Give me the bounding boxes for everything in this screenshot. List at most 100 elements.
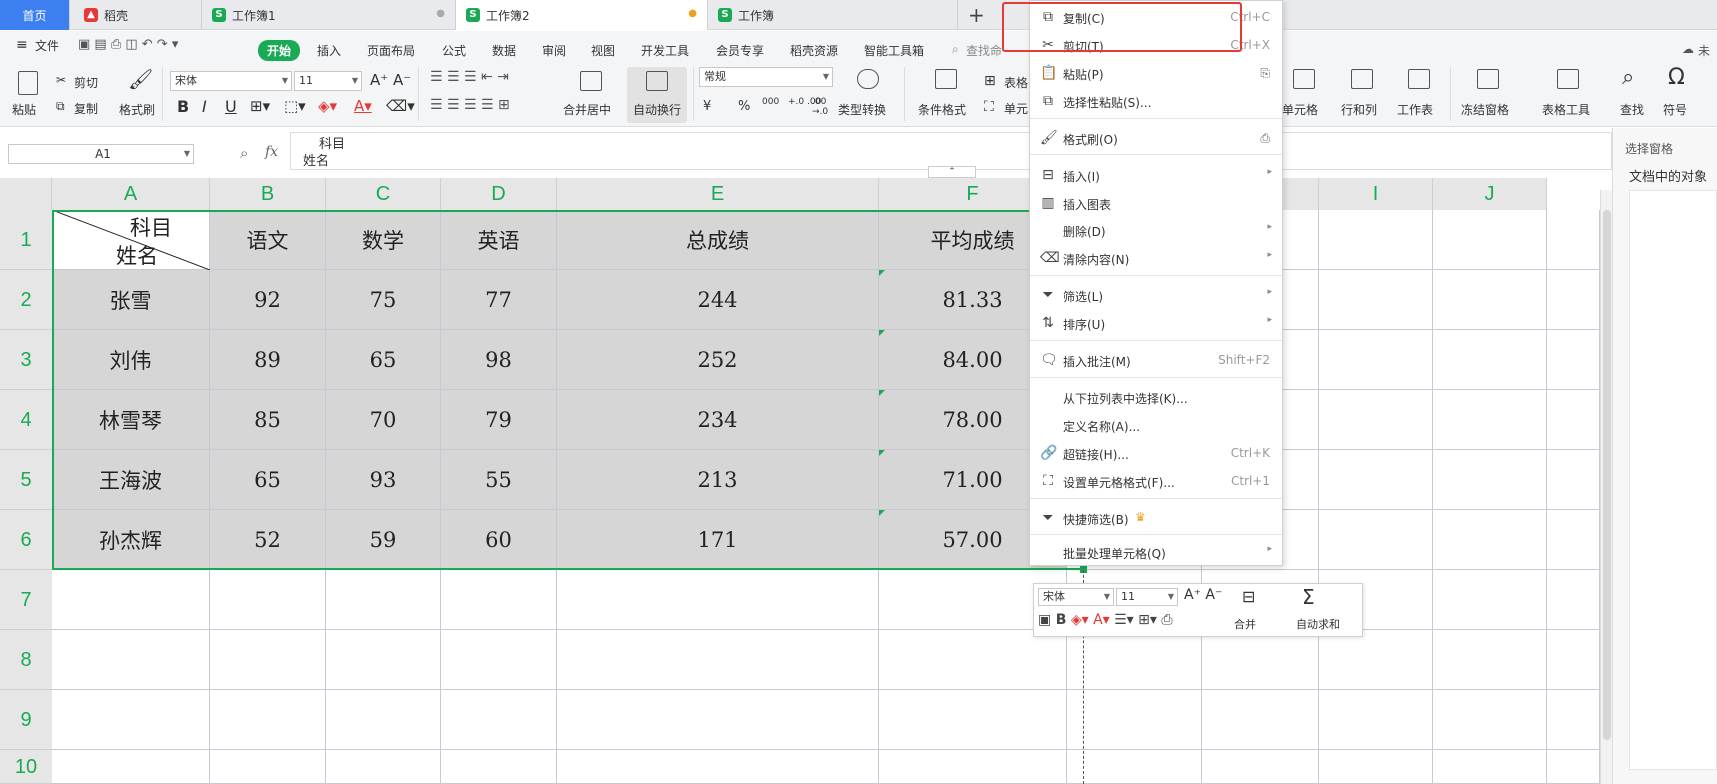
column-header-e[interactable]: E <box>557 178 879 210</box>
data-cell[interactable]: 244 <box>557 270 879 330</box>
cell[interactable] <box>1319 750 1433 784</box>
collapse-formula-button[interactable]: ⌃ <box>928 166 976 178</box>
cell[interactable] <box>441 570 557 630</box>
paste-button[interactable]: 粘贴 <box>12 101 36 118</box>
data-cell[interactable]: 77 <box>441 270 557 330</box>
column-header-c[interactable]: C <box>326 178 441 210</box>
brush-icon[interactable]: 🖌 <box>128 67 153 91</box>
menu-layout[interactable]: 页面布局 <box>367 42 415 59</box>
header-cell[interactable]: 语文 <box>210 210 326 270</box>
table-style-button[interactable]: 表格 <box>1004 74 1028 91</box>
data-cell[interactable]: 98 <box>441 330 557 390</box>
cell[interactable] <box>1547 330 1600 390</box>
cell[interactable] <box>1433 450 1547 510</box>
ctx-insert[interactable]: ⊟ 插入(I) ▸ <box>1030 162 1282 188</box>
cell[interactable] <box>1433 390 1547 450</box>
cell[interactable] <box>1319 390 1433 450</box>
tab-home[interactable]: 首页 <box>0 0 70 30</box>
tab-workbook[interactable]: S 工作簿 <box>708 0 958 30</box>
column-header-d[interactable]: D <box>441 178 557 210</box>
cell-button[interactable]: 单元格 <box>1282 101 1318 118</box>
row-header-9[interactable]: 9 <box>0 690 52 750</box>
ctx-insert-comment[interactable]: 🗨 插入批注(M) Shift+F2 <box>1030 347 1282 373</box>
cell[interactable] <box>879 750 1067 784</box>
cell[interactable] <box>1433 750 1547 784</box>
cell[interactable] <box>1319 450 1433 510</box>
mini-tools-icons[interactable]: ▣ B ◈▾ A▾ ☰▾ ⊞▾ ⎙ <box>1038 612 1173 628</box>
data-cell[interactable]: 75 <box>326 270 441 330</box>
menu-review[interactable]: 审阅 <box>542 42 566 59</box>
fx-icon[interactable]: fx <box>265 144 278 160</box>
cell[interactable] <box>441 690 557 750</box>
data-cell[interactable]: 213 <box>557 450 879 510</box>
objects-list[interactable] <box>1629 190 1717 770</box>
data-cell[interactable]: 252 <box>557 330 879 390</box>
data-cell[interactable]: 171 <box>557 510 879 570</box>
cell[interactable] <box>52 690 210 750</box>
mini-merge-button[interactable]: 合并 <box>1234 616 1256 632</box>
row-header-6[interactable]: 6 <box>0 510 52 570</box>
table-tools-button[interactable]: 表格工具 <box>1542 101 1590 118</box>
vertical-scrollbar[interactable] <box>1600 190 1612 784</box>
cell[interactable] <box>441 750 557 784</box>
data-cell[interactable]: 79 <box>441 390 557 450</box>
cell[interactable] <box>52 750 210 784</box>
table-tools-icon[interactable] <box>1557 69 1579 89</box>
merge-center-button[interactable]: 合并居中 <box>563 101 611 118</box>
paste-icon[interactable] <box>18 71 38 95</box>
find-icon[interactable]: ⌕ <box>1622 65 1634 90</box>
cell-icon[interactable] <box>1293 69 1315 89</box>
wrap-button[interactable]: 自动换行 <box>633 101 681 118</box>
bold-button[interactable]: B <box>177 97 189 116</box>
data-cell[interactable]: 65 <box>326 330 441 390</box>
cell-style-icon[interactable]: ⛶ <box>984 99 994 115</box>
cell[interactable] <box>1547 270 1600 330</box>
data-cell[interactable]: 孙杰辉 <box>52 510 210 570</box>
merge-icon[interactable]: ⊟ <box>1242 587 1255 606</box>
ctx-clear[interactable]: ⌫ 清除内容(N) ▸ <box>1030 245 1282 271</box>
scissors-icon[interactable]: ✂ <box>56 73 66 87</box>
cell[interactable] <box>1319 510 1433 570</box>
cell[interactable] <box>1319 690 1433 750</box>
scrollbar-thumb[interactable] <box>1603 210 1611 740</box>
add-tab-button[interactable]: + <box>968 3 985 27</box>
header-cell[interactable]: 数学 <box>326 210 441 270</box>
font-select[interactable]: 宋体 ▼ <box>170 71 292 91</box>
symbol-button[interactable]: 符号 <box>1663 101 1687 118</box>
cell[interactable] <box>879 630 1067 690</box>
mini-size-select[interactable]: 11 ▼ <box>1116 588 1178 606</box>
ctx-paste[interactable]: 📋 粘贴(P) ⎘ <box>1030 60 1282 86</box>
grow-shrink-font-icon[interactable]: A⁺ A⁻ <box>1184 587 1222 603</box>
format-painter-button[interactable]: 格式刷 <box>119 101 155 118</box>
type-convert-button[interactable]: 类型转换 <box>838 101 886 118</box>
paste-options-icon[interactable]: ⎘ <box>1260 66 1270 81</box>
menu-smart[interactable]: 智能工具箱 <box>864 42 924 59</box>
row-header-3[interactable]: 3 <box>0 330 52 390</box>
cell[interactable] <box>210 690 326 750</box>
eraser-icon[interactable]: ⌫▾ <box>386 97 415 115</box>
ctx-define-name[interactable]: 定义名称(A)... <box>1030 412 1282 438</box>
underline-button[interactable]: U <box>225 97 237 116</box>
ctx-format-painter[interactable]: 🖌 格式刷(O) ⎙ <box>1030 125 1282 151</box>
ctx-sort[interactable]: ⇅ 排序(U) ▸ <box>1030 310 1282 336</box>
diagonal-header-cell[interactable]: 科目 姓名 <box>52 210 210 270</box>
cell[interactable] <box>1202 750 1319 784</box>
convert-icon[interactable] <box>857 69 879 89</box>
tab-workbook2[interactable]: S 工作簿2 ● <box>456 0 708 30</box>
data-cell[interactable]: 92 <box>210 270 326 330</box>
cut-button[interactable]: 剪切 <box>74 74 98 91</box>
ctx-batch[interactable]: 批量处理单元格(Q) ▸ <box>1030 539 1282 565</box>
ctx-insert-chart[interactable]: ▥ 插入图表 <box>1030 190 1282 216</box>
cloud-icon[interactable]: ☁ <box>1682 42 1694 56</box>
data-cell[interactable]: 85 <box>210 390 326 450</box>
cell[interactable] <box>1547 450 1600 510</box>
find-button[interactable]: 查找 <box>1620 101 1644 118</box>
cell[interactable] <box>52 570 210 630</box>
border-icon[interactable]: ⊞▾ <box>250 97 270 115</box>
row-header-7[interactable]: 7 <box>0 570 52 630</box>
cell[interactable] <box>879 690 1067 750</box>
fill-icon[interactable]: ⬚▾ <box>284 97 306 115</box>
cond-format-icon[interactable] <box>935 69 957 89</box>
tab-workbook1[interactable]: S 工作簿1 ● <box>202 0 456 30</box>
ctx-hyperlink[interactable]: 🔗 超链接(H)... Ctrl+K <box>1030 440 1282 466</box>
